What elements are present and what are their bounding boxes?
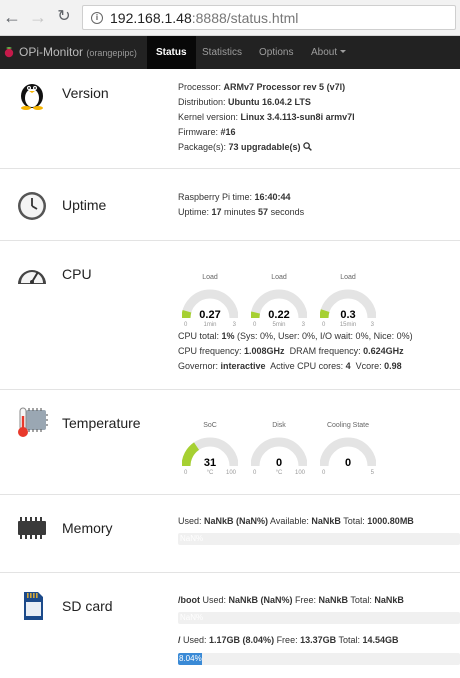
nav-status[interactable]: Status: [147, 36, 196, 69]
root-used-value: 1.17GB (8.04%): [209, 635, 275, 645]
nav-statistics[interactable]: Statistics: [202, 47, 242, 58]
reload-icon[interactable]: ↻: [54, 7, 74, 27]
version-info: Processor: ARMv7 Processor rev 5 (v7l) D…: [178, 82, 355, 152]
governor-value: interactive: [220, 361, 266, 371]
memory-info: Used: NaNkB (NaN%) Available: NaNkB Tota…: [178, 516, 414, 526]
uptime-minutes: 17: [211, 207, 222, 217]
url-text[interactable]: 192.168.1.48:8888/status.html: [110, 10, 298, 26]
processor-value: ARMv7 Processor rev 5 (v7l): [223, 82, 346, 92]
address-bar[interactable]: i 192.168.1.48:8888/status.html: [82, 5, 456, 30]
memory-used-value: NaNkB (NaN%): [204, 516, 269, 526]
packages-value: 73 upgradable(s): [228, 142, 301, 152]
sdcard-root-info: / Used: 1.17GB (8.04%) Free: 13.37GB Tot…: [178, 635, 399, 645]
forward-arrow-icon[interactable]: →: [28, 7, 48, 27]
caret-down-icon: [340, 50, 347, 53]
memory-available-value: NaNkB: [311, 516, 341, 526]
clock-icon: [18, 192, 46, 220]
clock-value: 16:40:44: [254, 192, 291, 202]
firmware-value: #16: [220, 127, 236, 137]
uptime-title: Uptime: [62, 197, 107, 213]
gauge-value: 0: [275, 457, 283, 469]
dram-freq-value: 0.624GHz: [363, 346, 404, 356]
brand-link[interactable]: OPi-Monitor (orangepipc): [19, 45, 137, 59]
boot-free-value: NaNkB: [318, 595, 349, 605]
raspberry-icon: [4, 47, 14, 58]
sd-card-icon: [24, 592, 43, 620]
cpu-info: CPU total: 1% (Sys: 0%, User: 0%, I/O wa…: [178, 331, 413, 371]
divider: [0, 240, 460, 241]
thermometer-chip-icon: [18, 407, 48, 437]
disk-temp-gauge: Disk 0 0 °C 100: [250, 422, 308, 476]
gauge-value: 31: [203, 457, 217, 469]
nav-options[interactable]: Options: [259, 47, 293, 58]
cpu-title: CPU: [62, 266, 92, 282]
distribution-value: Ubuntu 16.04.2 LTS: [228, 97, 311, 107]
divider: [0, 168, 460, 169]
cooling-state-gauge: Cooling State 0 0 5: [319, 422, 377, 476]
memory-total-value: 1000.80MB: [367, 516, 414, 526]
uptime-seconds: 57: [258, 207, 269, 217]
boot-used-value: NaNkB (NaN%): [228, 595, 293, 605]
memory-bar-label: NaN%: [180, 534, 204, 543]
memory-progress-bar: NaN%: [178, 533, 460, 545]
gauge-value: 0.3: [340, 309, 356, 321]
memory-chip-icon: [18, 517, 46, 539]
kernel-value: Linux 3.4.113-sun8i armv7l: [240, 112, 355, 122]
boot-mount: /boot: [178, 595, 200, 605]
memory-title: Memory: [62, 520, 113, 536]
info-icon[interactable]: i: [91, 12, 103, 24]
cpu-freq-value: 1.008GHz: [244, 346, 285, 356]
nav-about[interactable]: About: [311, 47, 347, 58]
root-progress-bar: 8.04%: [178, 653, 460, 665]
sdcard-boot-info: /boot Used: NaNkB (NaN%) Free: NaNkB Tot…: [178, 595, 404, 605]
sdcard-title: SD card: [62, 598, 113, 614]
back-arrow-icon[interactable]: ←: [2, 7, 22, 27]
root-bar-fill: 8.04%: [178, 653, 202, 665]
boot-bar-label: NaN%: [180, 613, 204, 622]
boot-total-value: NaNkB: [374, 595, 404, 605]
divider: [0, 389, 460, 390]
gauge-value: 0.27: [199, 309, 221, 321]
search-icon[interactable]: [303, 142, 312, 151]
divider: [0, 572, 460, 573]
divider: [0, 494, 460, 495]
gauge-value: 0: [344, 457, 352, 469]
boot-progress-bar: NaN%: [178, 612, 460, 624]
app-navbar: OPi-Monitor (orangepipc) Status Statisti…: [0, 36, 460, 69]
gauge-value: 0.22: [268, 309, 290, 321]
cpu-total-value: 1%: [221, 331, 235, 341]
uptime-info: Raspberry Pi time: 16:40:44 Uptime: 17 m…: [178, 192, 305, 217]
root-free-value: 13.37GB: [300, 635, 337, 645]
temperature-title: Temperature: [62, 415, 141, 431]
version-title: Version: [62, 85, 109, 101]
vcore-value: 0.98: [384, 361, 402, 371]
soc-temp-gauge: SoC 31 0 °C 100: [181, 422, 239, 476]
root-total-value: 14.54GB: [362, 635, 399, 645]
linux-penguin-icon: [21, 84, 43, 110]
browser-toolbar: ← → ↻ i 192.168.1.48:8888/status.html: [0, 0, 460, 36]
speedometer-icon: [18, 270, 46, 284]
